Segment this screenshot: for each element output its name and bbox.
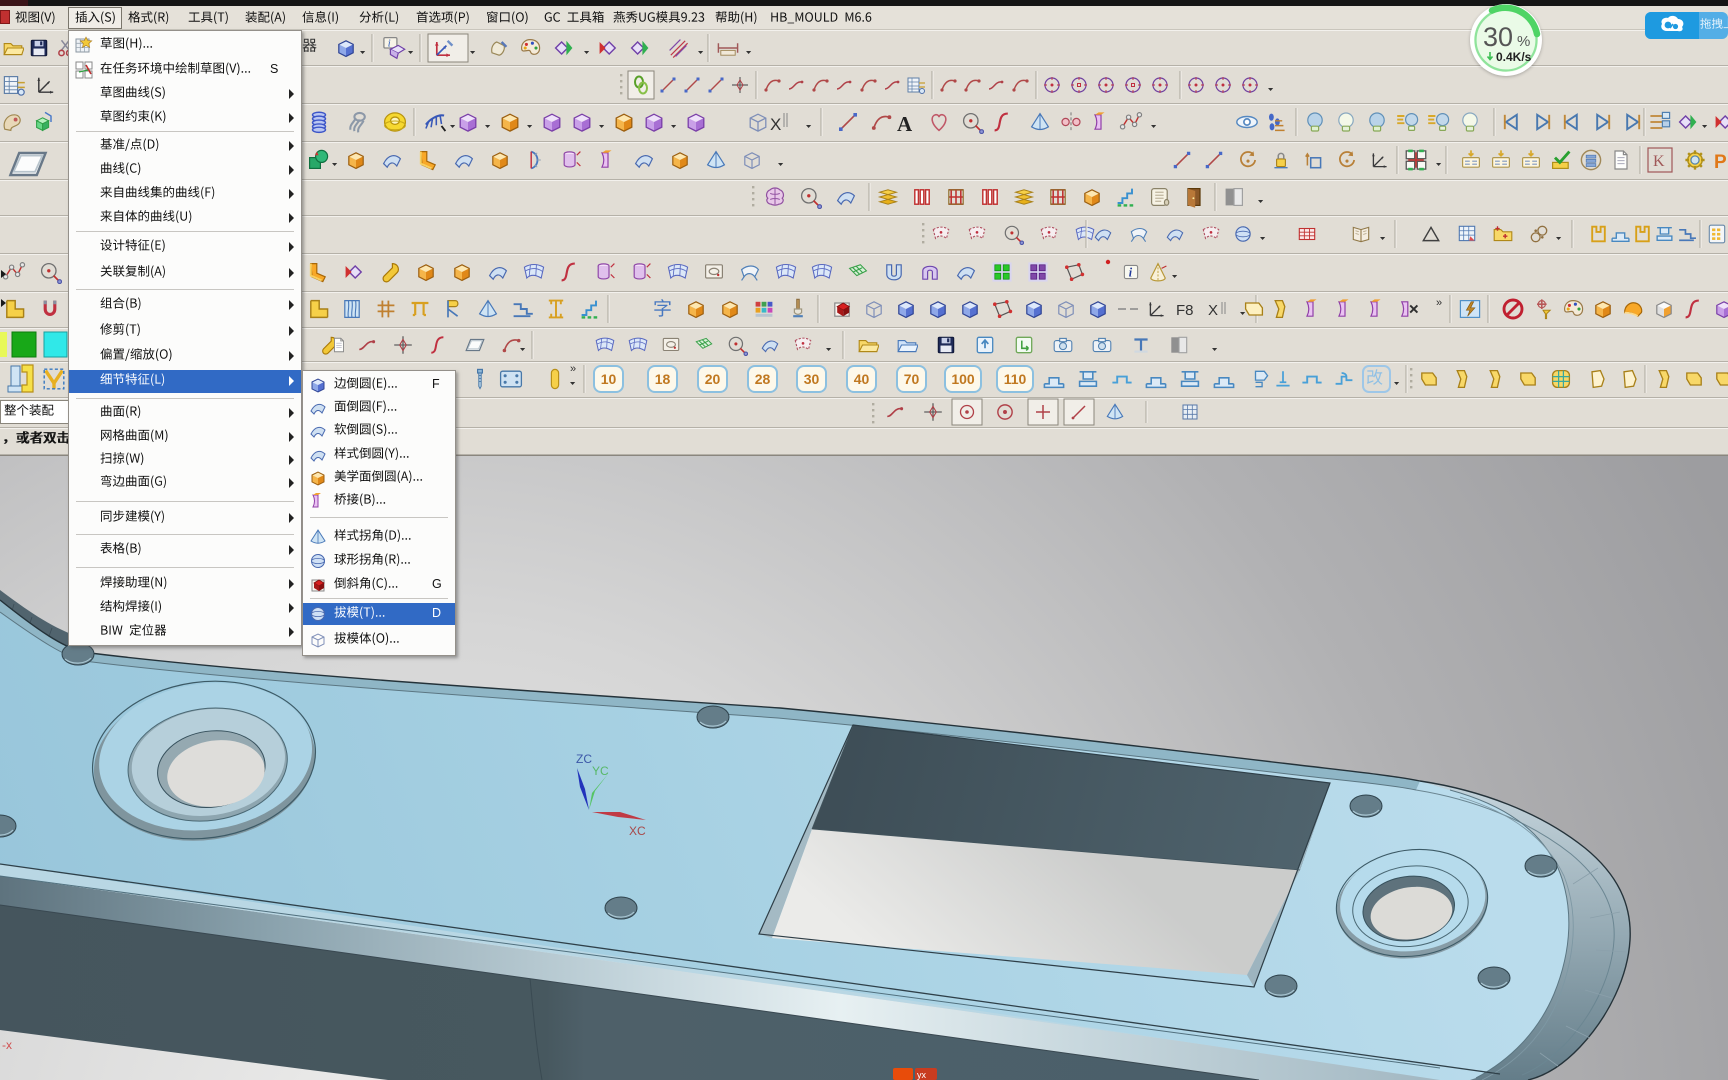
svg-text:X: X: [770, 115, 781, 134]
svg-text:30: 30: [1483, 22, 1513, 52]
svg-text:%: %: [1517, 33, 1530, 50]
svg-text:»: »: [1436, 297, 1442, 309]
svg-text:0.4K/s: 0.4K/s: [1496, 50, 1532, 64]
svg-text:ZC: ZC: [576, 752, 592, 766]
svg-text:A: A: [897, 112, 913, 136]
svg-text:P: P: [1714, 152, 1727, 173]
svg-text:YC: YC: [592, 764, 609, 778]
svg-text:-x: -x: [2, 1038, 12, 1052]
svg-text:F8: F8: [1176, 302, 1194, 319]
svg-text:yx: yx: [917, 1070, 927, 1080]
svg-text:»: »: [570, 363, 576, 375]
svg-text:X: X: [1208, 302, 1218, 319]
svg-text:K: K: [1653, 153, 1665, 170]
svg-text:XC: XC: [629, 824, 646, 838]
